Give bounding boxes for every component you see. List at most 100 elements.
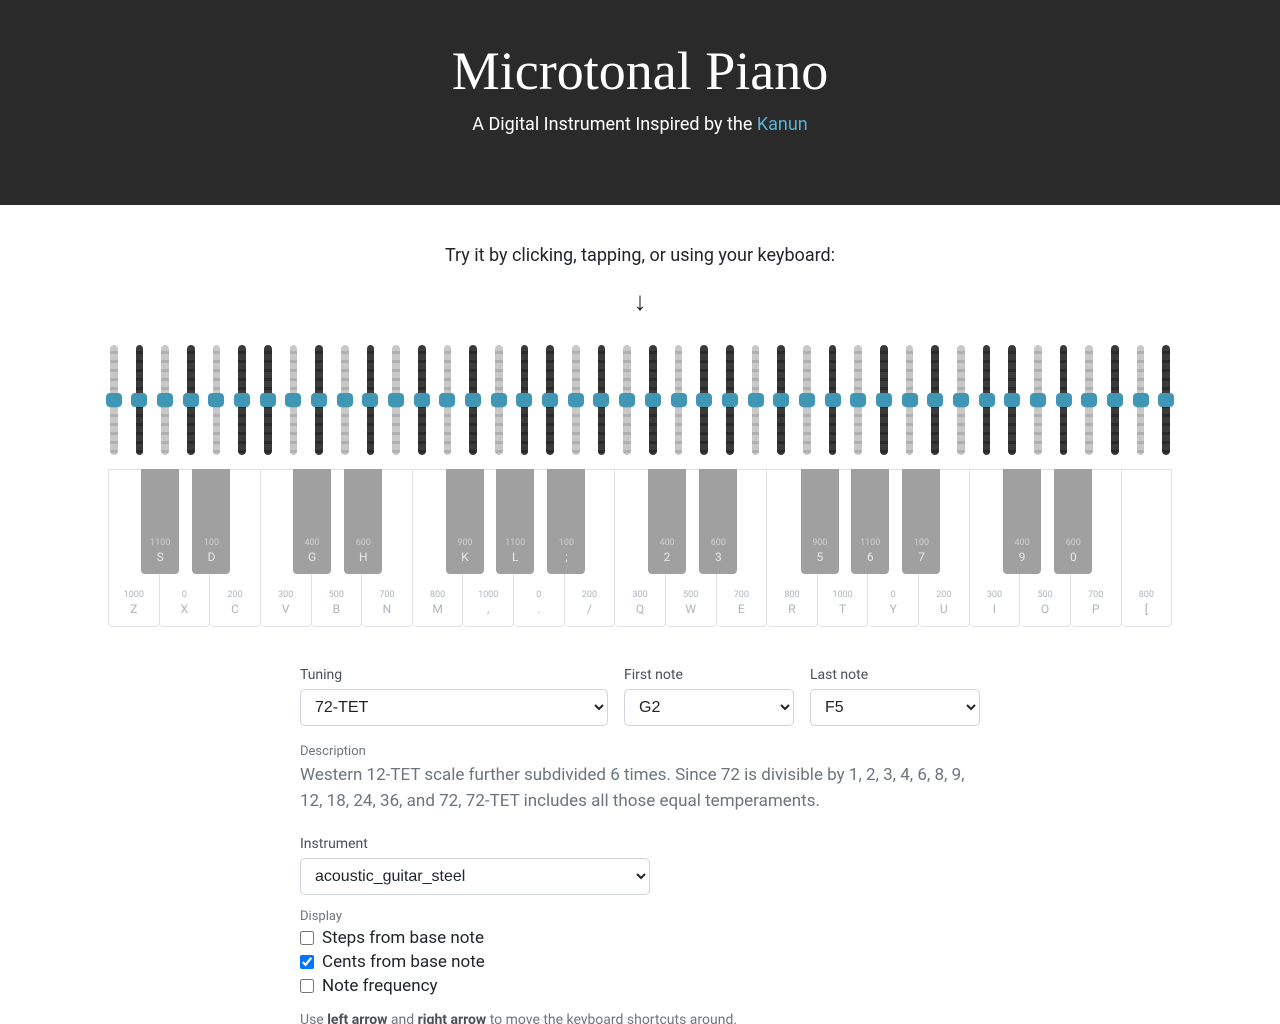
slider-thumb[interactable] (1107, 393, 1123, 407)
white-key[interactable]: 800[ (1122, 469, 1173, 627)
slider-thumb[interactable] (208, 393, 224, 407)
slider-thumb[interactable] (696, 393, 712, 407)
black-key[interactable]: 4002 (648, 469, 686, 574)
tuning-slider[interactable] (957, 345, 965, 455)
tuning-slider[interactable] (546, 345, 554, 455)
first-note-select[interactable]: G2 (624, 689, 794, 726)
black-key[interactable]: 600H (344, 469, 382, 574)
display-steps-row[interactable]: Steps from base note (300, 928, 980, 948)
tuning-slider[interactable] (495, 345, 503, 455)
black-key[interactable]: 6003 (699, 469, 737, 574)
slider-thumb[interactable] (465, 393, 481, 407)
slider-thumb[interactable] (362, 393, 378, 407)
slider-thumb[interactable] (234, 393, 250, 407)
slider-thumb[interactable] (568, 393, 584, 407)
black-key[interactable]: 1100S (141, 469, 179, 574)
slider-thumb[interactable] (1004, 393, 1020, 407)
slider-thumb[interactable] (285, 393, 301, 407)
slider-thumb[interactable] (542, 393, 558, 407)
slider-thumb[interactable] (183, 393, 199, 407)
tuning-slider[interactable] (1137, 345, 1145, 455)
slider-thumb[interactable] (1158, 393, 1174, 407)
tuning-slider[interactable] (213, 345, 221, 455)
slider-thumb[interactable] (773, 393, 789, 407)
tuning-slider[interactable] (700, 345, 708, 455)
slider-thumb[interactable] (902, 393, 918, 407)
slider-thumb[interactable] (388, 393, 404, 407)
tuning-slider[interactable] (572, 345, 580, 455)
tuning-slider[interactable] (726, 345, 734, 455)
kanun-link[interactable]: Kanun (757, 114, 808, 135)
tuning-slider[interactable] (469, 345, 477, 455)
display-steps-checkbox[interactable] (300, 931, 314, 945)
tuning-slider[interactable] (341, 345, 349, 455)
tuning-slider[interactable] (1008, 345, 1016, 455)
tuning-slider[interactable] (1162, 345, 1170, 455)
slider-thumb[interactable] (157, 393, 173, 407)
slider-thumb[interactable] (311, 393, 327, 407)
slider-thumb[interactable] (1030, 393, 1046, 407)
instrument-select[interactable]: acoustic_guitar_steel (300, 858, 650, 895)
tuning-slider[interactable] (623, 345, 631, 455)
tuning-slider[interactable] (649, 345, 657, 455)
slider-thumb[interactable] (1081, 393, 1097, 407)
tuning-slider[interactable] (136, 345, 144, 455)
black-key[interactable]: 100; (547, 469, 585, 574)
tuning-slider[interactable] (110, 345, 118, 455)
tuning-slider[interactable] (854, 345, 862, 455)
slider-thumb[interactable] (927, 393, 943, 407)
black-key[interactable]: 1100L (496, 469, 534, 574)
tuning-slider[interactable] (315, 345, 323, 455)
tuning-slider[interactable] (1085, 345, 1093, 455)
tuning-slider[interactable] (1111, 345, 1119, 455)
last-note-select[interactable]: F5 (810, 689, 980, 726)
tuning-slider[interactable] (392, 345, 400, 455)
slider-thumb[interactable] (1133, 393, 1149, 407)
black-key[interactable]: 400G (293, 469, 331, 574)
display-cents-row[interactable]: Cents from base note (300, 952, 980, 972)
slider-thumb[interactable] (722, 393, 738, 407)
tuning-slider[interactable] (238, 345, 246, 455)
slider-thumb[interactable] (131, 393, 147, 407)
slider-thumb[interactable] (876, 393, 892, 407)
slider-thumb[interactable] (979, 393, 995, 407)
tuning-slider[interactable] (161, 345, 169, 455)
slider-thumb[interactable] (106, 393, 122, 407)
slider-thumb[interactable] (414, 393, 430, 407)
tuning-slider[interactable] (777, 345, 785, 455)
tuning-slider[interactable] (803, 345, 811, 455)
tuning-slider[interactable] (1060, 345, 1068, 455)
slider-thumb[interactable] (748, 393, 764, 407)
black-key[interactable]: 6000 (1054, 469, 1092, 574)
tuning-select[interactable]: 72-TET (300, 689, 608, 726)
black-key[interactable]: 100D (192, 469, 230, 574)
slider-thumb[interactable] (516, 393, 532, 407)
slider-thumb[interactable] (1056, 393, 1072, 407)
black-key[interactable]: 11006 (851, 469, 889, 574)
tuning-slider[interactable] (880, 345, 888, 455)
tuning-slider[interactable] (367, 345, 375, 455)
tuning-slider[interactable] (264, 345, 272, 455)
slider-thumb[interactable] (825, 393, 841, 407)
slider-thumb[interactable] (593, 393, 609, 407)
black-key[interactable]: 4009 (1003, 469, 1041, 574)
display-freq-checkbox[interactable] (300, 979, 314, 993)
slider-thumb[interactable] (671, 393, 687, 407)
tuning-slider[interactable] (444, 345, 452, 455)
slider-thumb[interactable] (439, 393, 455, 407)
slider-thumb[interactable] (491, 393, 507, 407)
tuning-slider[interactable] (187, 345, 195, 455)
tuning-slider[interactable] (521, 345, 529, 455)
black-key[interactable]: 9005 (801, 469, 839, 574)
slider-thumb[interactable] (645, 393, 661, 407)
tuning-slider[interactable] (290, 345, 298, 455)
tuning-slider[interactable] (983, 345, 991, 455)
tuning-slider[interactable] (675, 345, 683, 455)
tuning-slider[interactable] (598, 345, 606, 455)
slider-thumb[interactable] (260, 393, 276, 407)
slider-thumb[interactable] (619, 393, 635, 407)
display-freq-row[interactable]: Note frequency (300, 976, 980, 996)
tuning-slider[interactable] (752, 345, 760, 455)
black-key[interactable]: 900K (446, 469, 484, 574)
tuning-slider[interactable] (931, 345, 939, 455)
